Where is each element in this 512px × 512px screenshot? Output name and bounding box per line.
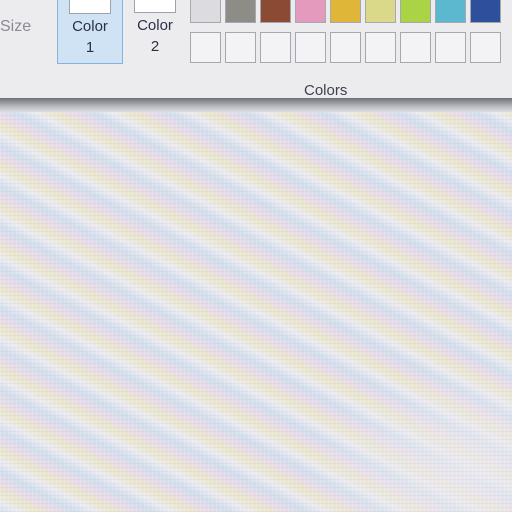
color1-label-line2: 1 — [85, 39, 95, 56]
palette-swatch[interactable] — [190, 32, 221, 63]
palette-swatch[interactable] — [365, 0, 396, 23]
color2-label-line2: 2 — [150, 38, 160, 55]
palette-swatch[interactable] — [435, 32, 466, 63]
palette-swatch[interactable] — [470, 32, 501, 63]
ribbon: Size Color 1 Color 2 Colors — [0, 0, 512, 102]
color1-label-line1: Color — [72, 18, 108, 35]
color2-swatch — [134, 0, 176, 13]
colors-group-label: Colors — [304, 82, 348, 99]
color1-button[interactable]: Color 1 — [57, 0, 123, 64]
ribbon-divider — [0, 98, 512, 112]
color2-label-line1: Color — [137, 17, 173, 34]
palette-swatch[interactable] — [435, 0, 466, 23]
palette-swatch[interactable] — [330, 0, 361, 23]
palette-swatch[interactable] — [330, 32, 361, 63]
palette-swatch[interactable] — [190, 0, 221, 23]
palette-swatch[interactable] — [225, 32, 256, 63]
palette-swatch[interactable] — [295, 32, 326, 63]
palette-swatch[interactable] — [400, 0, 431, 23]
color1-swatch — [69, 0, 111, 14]
palette-swatch[interactable] — [365, 32, 396, 63]
palette-swatch[interactable] — [260, 32, 291, 63]
palette-swatch[interactable] — [260, 0, 291, 23]
palette-swatch[interactable] — [295, 0, 326, 23]
palette-swatch[interactable] — [470, 0, 501, 23]
size-label[interactable]: Size — [0, 18, 31, 36]
palette-swatch[interactable] — [225, 0, 256, 23]
color2-button[interactable]: Color 2 — [133, 0, 177, 64]
drawing-canvas[interactable] — [0, 112, 512, 512]
color-palette — [190, 0, 501, 63]
palette-swatch[interactable] — [400, 32, 431, 63]
